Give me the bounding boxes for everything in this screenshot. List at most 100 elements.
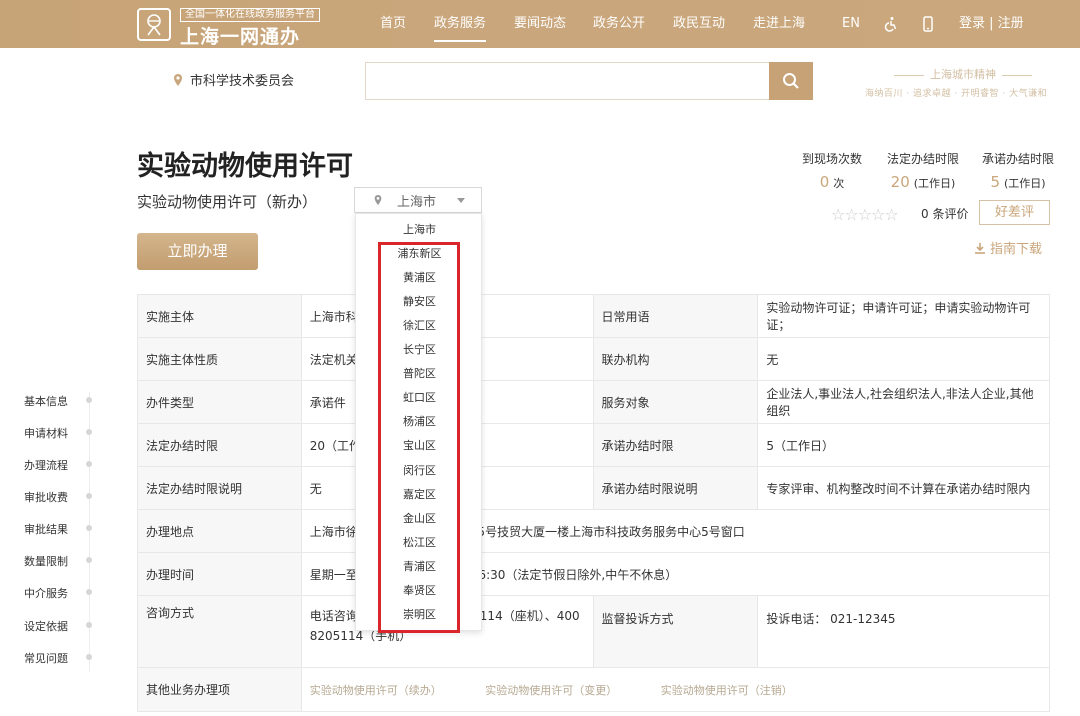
dropdown-option-putuo[interactable]: 普陀区 [356, 364, 483, 384]
nav-about-shanghai[interactable]: 走进上海 [753, 0, 805, 48]
stat-label: 承诺办结时限 [982, 152, 1055, 166]
stat-promised-time-limit: 承诺办结时限 5 (工作日) [982, 150, 1054, 191]
nav-english[interactable]: EN [842, 0, 860, 48]
table-key: 承诺办结时限说明 [592, 466, 759, 510]
nav-interaction[interactable]: 政民互动 [673, 0, 725, 48]
download-icon [975, 243, 985, 254]
dropdown-option-jinshan[interactable]: 金山区 [356, 509, 483, 529]
mobile-icon[interactable] [920, 16, 936, 32]
region-dropdown-menu: 上海市 浦东新区 黄浦区 静安区 徐汇区 长宁区 普陀区 虹口区 杨浦区 宝山区… [355, 213, 482, 631]
dropdown-option-fengxian[interactable]: 奉贤区 [356, 581, 483, 601]
region-select-value: 上海市 [397, 194, 437, 210]
nav-news[interactable]: 要闻动态 [514, 0, 566, 48]
nav-home[interactable]: 首页 [380, 0, 406, 48]
table-row: 法定办结时限 20（工作 承诺办结时限 5（工作日） [137, 423, 1050, 467]
sidebar-item-faq[interactable]: 常见问题 [24, 650, 68, 666]
table-key: 实施主体 [137, 294, 302, 338]
guide-download-link[interactable]: 指南下载 [974, 238, 1042, 257]
table-key: 咨询方式 [137, 595, 302, 668]
table-key: 日常用语 [592, 294, 759, 338]
table-value: 无 [757, 337, 1050, 381]
sidebar-item-legal-basis[interactable]: 设定依据 [24, 618, 68, 634]
sidebar-item-results[interactable]: 审批结果 [24, 521, 68, 537]
table-row: 其他业务办理项 实验动物使用许可（续办） 实验动物使用许可（变更） 实验动物使用… [137, 667, 1051, 712]
search-button[interactable] [769, 62, 813, 100]
table-row: 实施主体 上海市科 日常用语 实验动物许可证；申请许可证；申请实验动物许可证； [137, 294, 1050, 338]
sidebar-dot [86, 397, 92, 403]
consult-phone-line2: 8205114（手机） [309, 629, 412, 643]
dropdown-option-jiading[interactable]: 嘉定区 [356, 485, 483, 505]
logo-title[interactable]: 上海一网通办 [180, 22, 300, 49]
sidebar-item-quantity-limit[interactable]: 数量限制 [24, 553, 68, 569]
sidebar-item-fees[interactable]: 审批收费 [24, 489, 68, 505]
dropdown-option-shanghai[interactable]: 上海市 [356, 220, 483, 240]
stat-value: 20 [890, 173, 910, 191]
dropdown-option-jingan[interactable]: 静安区 [356, 292, 483, 312]
other-item-link[interactable]: 实验动物使用许可（变更） [485, 684, 617, 697]
table-value: 投诉电话： 021-12345 [757, 595, 1050, 668]
address-right: 25号技贸大厦一楼上海市科技政务服务中心5号窗口 [469, 524, 745, 539]
dropdown-option-qingpu[interactable]: 青浦区 [356, 557, 483, 577]
stat-unit: 次 [833, 177, 845, 190]
search-icon [783, 73, 799, 89]
dropdown-option-songjiang[interactable]: 松江区 [356, 533, 483, 553]
table-row: 咨询方式 电话咨询 114（座机）、400 8205114（手机） 监督投诉方式 … [137, 595, 1050, 668]
table-row: 办理地点 上海市徐 25号技贸大厦一楼上海市科技政务服务中心5号窗口 [137, 509, 1051, 553]
table-key: 办理时间 [137, 552, 302, 596]
dropdown-option-chongming[interactable]: 崇明区 [356, 605, 483, 625]
table-key: 办理地点 [137, 509, 302, 553]
item-subtitle: 实验动物使用许可（新办） [137, 193, 318, 211]
sidebar-dot [86, 493, 92, 499]
dropdown-option-pudong[interactable]: 浦东新区 [356, 244, 483, 264]
table-key: 办件类型 [137, 380, 302, 424]
nav-public-affairs[interactable]: 政务公开 [593, 0, 645, 48]
sidebar-item-basic-info[interactable]: 基本信息 [24, 393, 68, 409]
dropdown-option-huangpu[interactable]: 黄浦区 [356, 268, 483, 288]
dropdown-option-changning[interactable]: 长宁区 [356, 340, 483, 360]
dropdown-option-hongkou[interactable]: 虹口区 [356, 388, 483, 408]
logo-icon[interactable] [137, 8, 171, 41]
consult-phone-right: 114（座机）、400 [479, 609, 580, 623]
nav-government-services[interactable]: 政务服务 [434, 0, 487, 48]
page-title: 实验动物使用许可 [137, 151, 353, 182]
dropdown-option-xuhui[interactable]: 徐汇区 [356, 316, 483, 336]
hours-right: 16:30（法定节假日除外,中午不休息） [470, 567, 678, 582]
dropdown-option-minhang[interactable]: 闵行区 [356, 461, 483, 481]
sidebar-dot [86, 589, 92, 595]
rate-service-button[interactable]: 好差评 [979, 200, 1050, 225]
dropdown-option-baoshan[interactable]: 宝山区 [356, 436, 483, 456]
address-left: 上海市徐 [309, 524, 358, 539]
consult-phone-left: 电话咨询 [309, 609, 358, 623]
table-row: 办件类型 承诺件 服务对象 企业法人,事业法人,社会组织法人,非法人企业,其他组… [137, 380, 1050, 424]
stat-value: 0 [819, 173, 830, 191]
review-count[interactable]: 0 条评价 [921, 205, 968, 222]
sidebar-item-intermediary[interactable]: 中介服务 [24, 585, 68, 601]
apply-now-button[interactable]: 立即办理 [137, 233, 258, 270]
other-item-link[interactable]: 实验动物使用许可（注销） [661, 684, 793, 697]
table-key: 实施主体性质 [137, 337, 302, 381]
other-item-link[interactable]: 实验动物使用许可（续办） [310, 684, 442, 697]
department-selector[interactable]: 市科学技术委员会 [172, 70, 294, 89]
slogan-subtitle: 海纳百川 · 追求卓越 · 开明睿智 · 大气谦和 [864, 89, 1048, 99]
hours-left: 星期一至 [309, 567, 358, 582]
login-register-link[interactable]: 登录 | 注册 [959, 0, 1024, 48]
top-navigation-bar: 全国一体化在线政务服务平台 上海一网通办 首页 政务服务 要闻动态 政务公开 政… [0, 0, 1080, 48]
region-select[interactable]: 上海市 [354, 187, 482, 213]
stat-visit-count: 到现场次数 0次 [802, 150, 862, 191]
table-value: 实验动物使用许可（续办） 实验动物使用许可（变更） 实验动物使用许可（注销） [300, 667, 1051, 712]
sidebar-dot [86, 461, 92, 467]
stat-legal-time-limit: 法定办结时限 20 (工作日) [887, 150, 959, 191]
sidebar-item-process[interactable]: 办理流程 [24, 457, 68, 473]
sidebar-item-materials[interactable]: 申请材料 [24, 425, 68, 441]
dropdown-option-yangpu[interactable]: 杨浦区 [356, 412, 483, 432]
stat-unit: (工作日) [913, 177, 956, 190]
sidebar-dot [86, 654, 92, 660]
sidebar-dot [86, 622, 92, 628]
accessibility-icon[interactable] [883, 16, 899, 32]
slogan-title: 上海城市精神 [876, 66, 1050, 82]
search-input[interactable] [365, 62, 770, 100]
table-value: 5（工作日） [757, 423, 1050, 467]
table-row: 法定办结时限说明 无 承诺办结时限说明 专家评审、机构整改时间不计算在承诺办结时… [137, 466, 1050, 510]
stat-value: 5 [990, 173, 1000, 191]
location-pin-icon [174, 74, 182, 86]
